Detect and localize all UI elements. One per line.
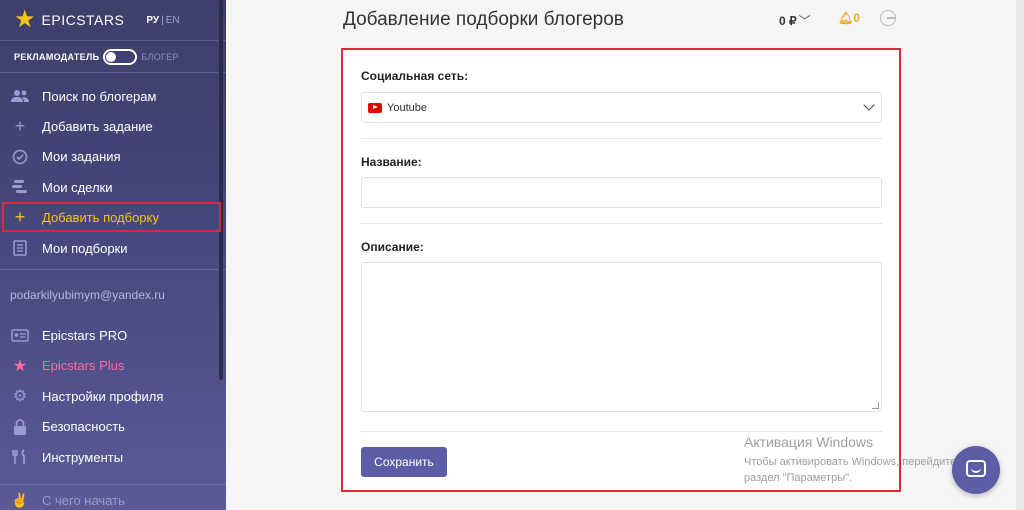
sidebar-item-epicstars-plus[interactable]: ★ Epicstars Plus xyxy=(0,351,226,381)
role-blogger: БЛОГЕР xyxy=(141,51,179,62)
notification-count: 0 xyxy=(853,11,860,25)
youtube-icon xyxy=(368,102,382,113)
balance-dropdown[interactable]: 0 ₽ ﹀ xyxy=(779,12,811,29)
language-switcher: РУ | EN xyxy=(146,14,180,26)
main-menu: Поиск по блогерам + Добавить задание Мои… xyxy=(0,73,226,263)
balance-value: 0 ₽ xyxy=(779,14,797,28)
role-advertiser: РЕКЛАМОДАТЕЛЬ xyxy=(14,51,100,62)
notifications-button[interactable]: 🔔︎0 xyxy=(838,11,860,25)
description-label: Описание: xyxy=(361,240,424,254)
brand-name[interactable]: EPICSTARS xyxy=(42,12,125,28)
page-title: Добавление подборки блогеров xyxy=(343,9,624,30)
logout-icon[interactable] xyxy=(880,10,896,26)
sidebar-item-label: Поиск по блогерам xyxy=(42,88,157,104)
sidebar-item-search-bloggers[interactable]: Поиск по блогерам xyxy=(0,81,226,111)
page-scrollbar[interactable] xyxy=(1016,0,1024,510)
sidebar-item-label: Безопасность xyxy=(42,419,125,435)
sidebar-item-label: Настройки профиля xyxy=(42,388,164,404)
star-logo-icon: ★ xyxy=(14,6,36,33)
gear-icon: ⚙ xyxy=(12,388,28,406)
lock-icon xyxy=(10,418,30,435)
sidebar-item-label: Epicstars PRO xyxy=(42,328,128,344)
role-toggle[interactable] xyxy=(103,48,138,65)
sidebar-item-tools[interactable]: Инструменты xyxy=(0,442,226,472)
chevron-down-icon xyxy=(863,99,875,111)
save-button[interactable]: Сохранить xyxy=(361,447,447,477)
sidebar-item-epicstars-pro[interactable]: Epicstars PRO xyxy=(0,320,226,350)
social-network-value: Youtube xyxy=(387,101,427,114)
sidebar-item-security[interactable]: Безопасность xyxy=(0,412,226,442)
chat-button[interactable] xyxy=(952,446,1000,494)
watermark-line2: раздел "Параметры". xyxy=(744,472,853,484)
toggle-knob xyxy=(106,51,117,62)
id-card-icon xyxy=(10,329,30,342)
users-icon xyxy=(10,90,30,103)
tools-icon xyxy=(10,449,30,465)
coins-icon xyxy=(10,180,30,194)
social-network-label: Социальная сеть: xyxy=(361,69,469,83)
role-switch-row: РЕКЛАМОДАТЕЛЬ БЛОГЕР xyxy=(0,41,226,72)
list-document-icon xyxy=(10,240,30,256)
sidebar-item-my-tasks[interactable]: Мои задания xyxy=(0,142,226,172)
divider xyxy=(361,431,882,432)
lang-en[interactable]: EN xyxy=(166,15,180,26)
sidebar-item-label: Epicstars Plus xyxy=(42,358,125,374)
sidebar-item-label: Инструменты xyxy=(42,449,124,465)
lang-ru[interactable]: РУ xyxy=(146,15,159,26)
name-label: Название: xyxy=(361,155,422,169)
bottom-menu: ✌ С чего начать xyxy=(0,484,226,510)
sidebar-item-my-deals[interactable]: Мои сделки xyxy=(0,172,226,202)
sidebar-item-profile-settings[interactable]: ⚙ Настройки профиля xyxy=(0,381,226,411)
hand-icon: ✌ xyxy=(11,491,29,508)
sidebar-item-my-collections[interactable]: Мои подборки xyxy=(0,233,226,263)
collection-form: Социальная сеть: Youtube Название: Описа… xyxy=(341,48,901,492)
sidebar-item-label: Мои задания xyxy=(42,149,121,165)
sidebar-item-add-task[interactable]: + Добавить задание xyxy=(0,111,226,141)
chevron-down-icon: ﹀ xyxy=(798,14,811,28)
sidebar-item-label: С чего начать xyxy=(42,492,125,508)
highlight-box xyxy=(2,202,221,232)
user-email: podarkilyubimym@yandex.ru xyxy=(10,288,165,303)
account-menu: Epicstars PRO ★ Epicstars Plus ⚙ Настрой… xyxy=(0,320,226,472)
logo-row: ★ EPICSTARS РУ | EN xyxy=(0,0,226,40)
divider xyxy=(361,138,882,139)
sidebar-item-label: Мои подборки xyxy=(42,240,128,256)
watermark-line1: Чтобы активировать Windows, перейдите в xyxy=(744,456,966,468)
windows-activation-watermark: Активация Windows Чтобы активировать Win… xyxy=(744,434,965,486)
star-icon: ★ xyxy=(12,357,28,375)
sidebar-item-label: Мои сделки xyxy=(42,179,113,195)
chat-icon xyxy=(966,460,986,477)
check-circle-icon xyxy=(10,149,30,165)
sidebar-item-label: Добавить задание xyxy=(42,119,153,135)
plus-icon: + xyxy=(14,116,26,137)
sidebar: ★ EPICSTARS РУ | EN РЕКЛАМОДАТЕЛЬ БЛОГЕР П… xyxy=(0,0,226,510)
watermark-title: Активация Windows xyxy=(744,434,874,450)
main-content: Добавление подборки блогеров 0 ₽ ﹀ 🔔︎0 Со… xyxy=(226,0,1024,510)
name-input[interactable] xyxy=(361,177,882,208)
bell-icon: 🔔︎ xyxy=(838,11,854,25)
divider xyxy=(361,223,882,224)
social-network-select[interactable]: Youtube xyxy=(361,92,882,123)
sidebar-item-getting-started[interactable]: ✌ С чего начать xyxy=(0,485,226,510)
description-textarea[interactable] xyxy=(361,262,882,412)
